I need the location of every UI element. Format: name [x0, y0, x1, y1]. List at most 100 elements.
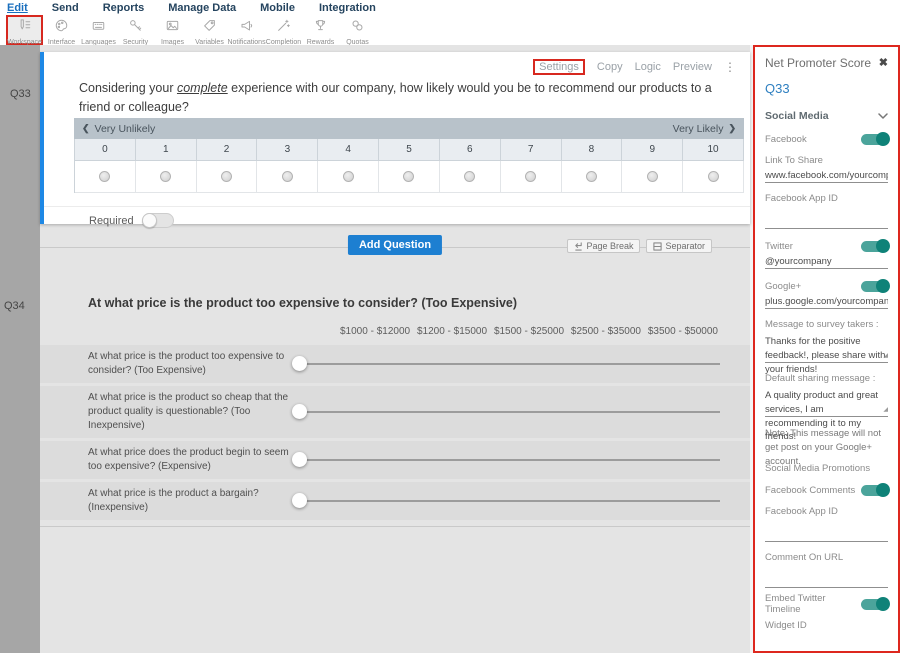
nps-radio[interactable] [257, 161, 318, 193]
message-to-survey-takers-label: Message to survey takers : [765, 319, 888, 330]
toolbar-item-security[interactable]: Security [117, 15, 154, 46]
add-question-button[interactable]: Add Question [348, 235, 442, 255]
divider [40, 526, 750, 527]
google-plus-toggle[interactable] [861, 281, 888, 292]
logic-button[interactable]: Logic [635, 61, 661, 73]
toggle-knob [876, 239, 890, 253]
menu-item-mobile[interactable]: Mobile [260, 2, 295, 15]
question-text-part: Considering your [79, 81, 177, 95]
twitter-label: Twitter [765, 241, 793, 252]
settings-button[interactable]: Settings [533, 59, 585, 75]
slider-row-label: At what price is the product so cheap th… [40, 391, 292, 433]
nps-radio[interactable] [622, 161, 683, 193]
twitter-toggle[interactable] [861, 241, 888, 252]
close-icon[interactable]: ✖ [879, 56, 888, 69]
social-media-promotions-label: Social Media Promotions [765, 463, 888, 474]
separator-label: Separator [665, 241, 705, 251]
slider-handle[interactable] [292, 452, 307, 467]
price-range-header: $2500 - $35000 [571, 326, 641, 337]
twitter-handle-input[interactable]: @yourcompany [765, 256, 888, 269]
question-text-emphasis: complete [177, 81, 228, 95]
question-number-q34: Q34 [4, 300, 25, 312]
radio-icon [221, 171, 232, 182]
chevron-left-icon[interactable]: ❮ [82, 123, 90, 134]
google-plus-label: Google+ [765, 281, 801, 292]
widget-id-label: Widget ID [765, 620, 888, 631]
toolbar-item-rewards[interactable]: Rewards [302, 15, 339, 46]
nps-radio[interactable] [75, 161, 136, 193]
radio-icon [464, 171, 475, 182]
toggle-knob [876, 132, 890, 146]
toolbar-item-quotas[interactable]: Quotas [339, 15, 376, 46]
slider-row-label: At what price does the product begin to … [40, 446, 292, 474]
variables-icon [202, 18, 217, 38]
copy-button[interactable]: Copy [597, 61, 623, 73]
question-number-q33: Q33 [10, 88, 31, 100]
preview-button[interactable]: Preview [673, 61, 712, 73]
social-media-section-header[interactable]: Social Media [765, 109, 888, 122]
radio-icon [708, 171, 719, 182]
resize-handle-icon[interactable]: ◢ [883, 352, 888, 361]
question-section-q34: At what price is the product too expensi… [40, 270, 750, 527]
facebook-app-id-input[interactable] [765, 216, 888, 229]
facebook-comments-toggle[interactable] [861, 485, 888, 496]
nps-radio[interactable] [501, 161, 562, 193]
interface-icon [54, 18, 69, 38]
menu-item-integration[interactable]: Integration [319, 2, 376, 15]
price-slider [292, 404, 720, 420]
menu-item-send[interactable]: Send [52, 2, 79, 15]
slider-handle[interactable] [292, 356, 307, 371]
toolbar-item-notifications[interactable]: Notifications [228, 15, 265, 46]
nps-radio[interactable] [562, 161, 623, 193]
slider-row: At what price is the product so cheap th… [40, 386, 750, 438]
page-break-button[interactable]: Page Break [567, 239, 640, 253]
nps-radio[interactable] [197, 161, 258, 193]
kebab-menu-icon[interactable]: ⋮ [724, 60, 736, 74]
toolbar-item-languages[interactable]: Languages [80, 15, 117, 46]
page-break-icon [574, 242, 583, 251]
textarea-text: Thanks for the positive feedback!, pleas… [765, 336, 885, 375]
radio-icon [99, 171, 110, 182]
chevron-right-icon[interactable]: ❯ [728, 123, 736, 134]
nps-radio[interactable] [379, 161, 440, 193]
nps-number: 5 [379, 139, 440, 161]
radio-icon [525, 171, 536, 182]
radio-icon [586, 171, 597, 182]
radio-icon [647, 171, 658, 182]
resize-handle-icon[interactable]: ◢ [883, 406, 888, 415]
nps-radio[interactable] [318, 161, 379, 193]
menu-item-edit[interactable]: Edit [7, 2, 28, 15]
toolbar-item-variables[interactable]: Variables [191, 15, 228, 46]
slider-row: At what price is the product a bargain? … [40, 482, 750, 520]
toolbar-item-images[interactable]: Images [154, 15, 191, 46]
facebook-toggle[interactable] [861, 134, 888, 145]
facebook-app-id2-input[interactable] [765, 529, 888, 542]
question-text[interactable]: Considering your complete experience wit… [79, 79, 727, 118]
nps-radio[interactable] [440, 161, 501, 193]
menu-item-reports[interactable]: Reports [103, 2, 145, 15]
widget-id-input[interactable] [765, 643, 888, 653]
slider-handle[interactable] [292, 493, 307, 508]
link-to-share-input[interactable]: www.facebook.com/yourcompany [765, 170, 888, 183]
separator-icon [653, 242, 662, 251]
embed-twitter-timeline-toggle[interactable] [861, 599, 888, 610]
nps-radio[interactable] [136, 161, 197, 193]
q34-title[interactable]: At what price is the product too expensi… [88, 296, 750, 310]
toggle-knob [876, 279, 890, 293]
message-to-survey-takers-textarea[interactable]: Thanks for the positive feedback!, pleas… [765, 335, 888, 363]
rewards-icon [313, 18, 328, 38]
toolbar-item-workspace[interactable]: Workspace [6, 15, 43, 45]
comment-on-url-input[interactable] [765, 575, 888, 588]
separator-button[interactable]: Separator [646, 239, 712, 253]
nps-number: 3 [257, 139, 318, 161]
toolbar-item-interface[interactable]: Interface [43, 15, 80, 46]
slider-handle[interactable] [292, 404, 307, 419]
default-sharing-message-textarea[interactable]: A quality product and great services, I … [765, 389, 888, 417]
add-question-zone: Add Question Page Break Separator [40, 224, 750, 270]
toolbar-item-completion[interactable]: Completion [265, 15, 302, 46]
price-slider [292, 493, 720, 509]
google-plus-input[interactable]: plus.google.com/yourcompany [765, 296, 888, 309]
link-to-share-label: Link To Share [765, 155, 888, 166]
menu-item-manage-data[interactable]: Manage Data [168, 2, 236, 15]
nps-radio[interactable] [683, 161, 744, 193]
